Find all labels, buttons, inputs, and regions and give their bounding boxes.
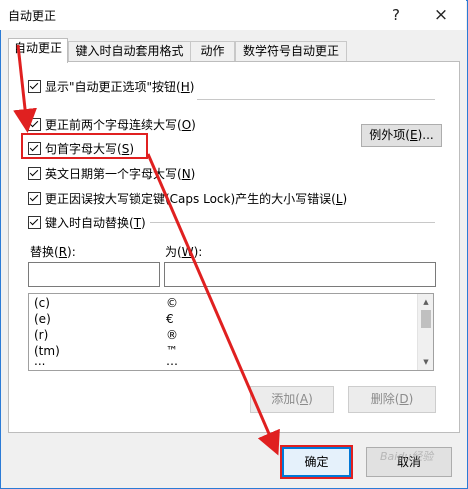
show-autocorrect-buttons-checkbox[interactable]: 显示"自动更正选项"按钮(H) (28, 77, 194, 95)
title-bar: 自动更正 ? × (0, 0, 466, 30)
scroll-thumb[interactable] (421, 310, 431, 328)
list-item-from: (r) (34, 328, 49, 342)
highlight-box-capitalize (21, 133, 148, 159)
list-item[interactable]: (c) © (29, 296, 417, 312)
capitalize-day-names-checkbox[interactable]: 英文日期第一个字母大写(N) (28, 164, 195, 182)
checkbox-box[interactable] (28, 79, 41, 93)
replacement-list[interactable]: (c) © (e) € (r) ® (tm) ™ ... … ▲ ▼ (28, 293, 434, 371)
list-item-to: ™ (166, 344, 178, 358)
tab-math-autocorrect[interactable]: 数学符号自动更正 (235, 41, 347, 61)
divider (150, 222, 435, 223)
dialog-title: 自动更正 (8, 9, 57, 23)
replace-label: 替换(R): (30, 245, 76, 259)
list-item-from: ... (34, 358, 46, 368)
list-item[interactable]: (e) € (29, 312, 417, 328)
list-item[interactable]: ... … (29, 358, 417, 370)
replace-input[interactable] (28, 262, 160, 287)
checkbox-box[interactable] (28, 117, 41, 131)
tab-autocorrect[interactable]: 自动更正 (8, 38, 68, 63)
checkbox-box[interactable] (28, 166, 41, 180)
list-item-from: (e) (34, 312, 51, 326)
scroll-down-icon[interactable]: ▼ (418, 355, 434, 369)
divider (197, 99, 435, 100)
list-scrollbar[interactable]: ▲ ▼ (417, 294, 433, 370)
checkbox-box[interactable] (28, 191, 41, 205)
delete-button[interactable]: 删除(D) (348, 386, 436, 413)
checkbox-label: 英文日期第一个字母大写(N) (45, 166, 196, 181)
with-label: 为(W): (165, 245, 203, 259)
replace-text-as-you-type-checkbox[interactable]: 键入时自动替换(T) (28, 213, 146, 231)
tab-autoformat-as-you-type[interactable]: 键入时自动套用格式 (68, 41, 191, 61)
add-button[interactable]: 添加(A) (250, 386, 334, 413)
checkbox-label: 更正前两个字母连续大写(O) (45, 117, 196, 132)
highlight-box-ok (280, 445, 353, 479)
list-item-from: (tm) (34, 344, 60, 358)
two-initial-caps-checkbox[interactable]: 更正前两个字母连续大写(O) (28, 115, 196, 133)
list-item-from: (c) (34, 296, 50, 310)
list-item-to: € (166, 312, 174, 326)
close-button[interactable]: × (423, 0, 459, 30)
with-input[interactable] (164, 262, 436, 287)
list-item-to: … (166, 358, 178, 368)
tab-actions[interactable]: 动作 (190, 41, 235, 61)
exceptions-button[interactable]: 例外项(E)... (361, 124, 442, 147)
scroll-up-icon[interactable]: ▲ (418, 295, 434, 309)
checkbox-label: 显示"自动更正选项"按钮(H) (45, 79, 195, 94)
checkbox-label: 更正因误按大写锁定键(Caps Lock)产生的大小写错误(L) (45, 191, 348, 206)
checkbox-box[interactable] (28, 215, 41, 229)
list-item[interactable]: (r) ® (29, 328, 417, 344)
checkbox-label: 键入时自动替换(T) (45, 215, 146, 230)
caps-lock-correction-checkbox[interactable]: 更正因误按大写锁定键(Caps Lock)产生的大小写错误(L) (28, 189, 347, 207)
list-item-to: ® (166, 328, 178, 342)
watermark: Baidu经验 (380, 450, 434, 463)
list-item-to: © (166, 296, 178, 310)
help-button[interactable]: ? (378, 0, 414, 30)
